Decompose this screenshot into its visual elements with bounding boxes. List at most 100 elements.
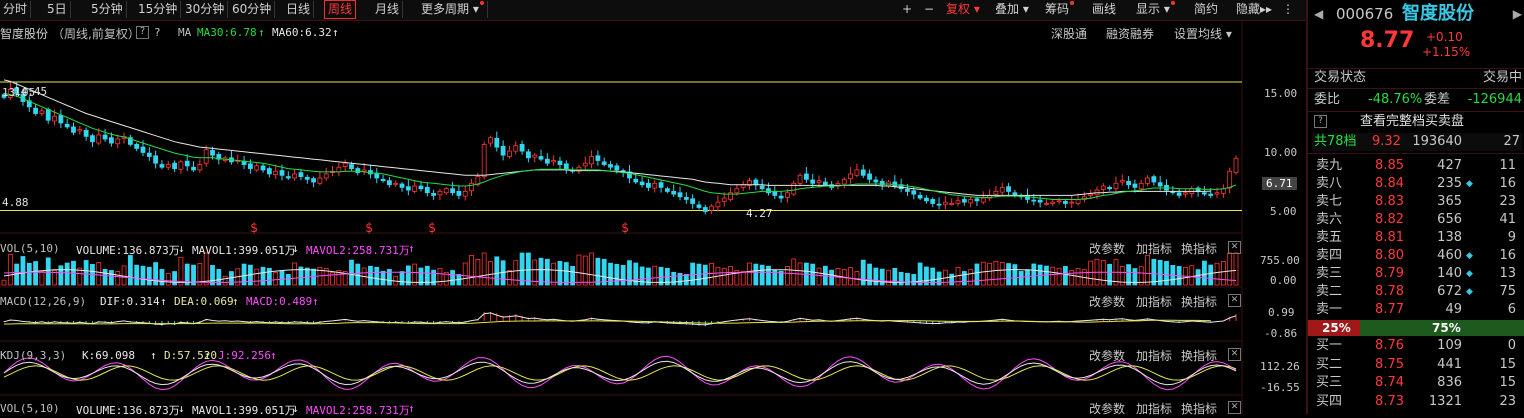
event-marker-icon[interactable]: $ <box>365 221 373 236</box>
candle-body <box>140 146 146 153</box>
ask-row[interactable]: 卖二 8.78 672 ◆ 75 <box>1312 283 1522 301</box>
add-indicator-button[interactable]: 加指标 <box>1136 400 1172 417</box>
tab-monthly[interactable]: 月线 <box>372 1 404 18</box>
ask-row[interactable]: 卖一 8.77 49 6 <box>1312 301 1522 319</box>
candle-body <box>393 182 399 185</box>
candle-body <box>380 178 386 182</box>
overlay-button[interactable]: 叠加 ▾ <box>995 1 1029 18</box>
edit-params-button[interactable]: 改参数 <box>1089 347 1125 364</box>
ask-row[interactable]: 卖三 8.79 140 ◆ 13 <box>1312 265 1522 283</box>
ask-row[interactable]: 卖五 8.81 138 9 <box>1312 229 1522 247</box>
bid-row[interactable]: 买四 8.73 1321 23 <box>1312 393 1522 411</box>
bid-row[interactable]: 买一 8.76 109 0 <box>1312 337 1522 355</box>
chevron-down-icon: ▾ <box>469 2 479 16</box>
candle-body <box>544 158 550 164</box>
volume-bar <box>1088 260 1094 286</box>
next-stock-icon[interactable]: ▶ <box>1513 3 1522 25</box>
switch-indicator-button[interactable]: 换指标 <box>1181 240 1217 257</box>
candle-body <box>778 195 784 199</box>
tab-weekly[interactable]: 周线 <box>324 0 357 19</box>
bid-row[interactable]: 买二 8.75 441 15 <box>1312 356 1522 374</box>
candle-body <box>589 156 594 165</box>
volume-bar <box>481 252 487 286</box>
ask-row[interactable]: 卖九 8.85 427 11 <box>1312 157 1522 175</box>
tab-5min[interactable]: 5分钟 <box>88 1 127 18</box>
tab-more-periods[interactable]: 更多周期 ▾ <box>418 1 488 18</box>
full-book-link[interactable]: 查看完整档买卖盘 <box>1360 113 1464 131</box>
bid-row[interactable]: 买三 8.74 836 15 <box>1312 374 1522 392</box>
zoom-in-button[interactable]: + <box>898 1 916 18</box>
candle-body <box>431 193 437 196</box>
ask-label: 卖二 <box>1316 284 1343 299</box>
chips-button[interactable]: 筹码 <box>1045 1 1075 18</box>
close-icon[interactable]: ✕ <box>1228 401 1241 414</box>
volume-bar <box>620 264 626 286</box>
ask-count: 11 <box>1499 158 1516 173</box>
more-periods-label: 更多周期 <box>421 2 470 16</box>
zoom-out-button[interactable]: − <box>920 1 938 18</box>
candle-body <box>646 182 651 188</box>
bid-count: 15 <box>1499 356 1516 372</box>
ask-count: 16 <box>1499 176 1516 191</box>
levels-summary-row: 共78档 9.32 193640 27 <box>1312 133 1522 151</box>
up-arrow-icon: ↑ <box>232 295 239 308</box>
edit-params-button[interactable]: 改参数 <box>1089 293 1125 310</box>
switch-indicator-button[interactable]: 换指标 <box>1181 293 1217 310</box>
switch-indicator-button[interactable]: 换指标 <box>1181 347 1217 364</box>
event-marker-icon[interactable]: $ <box>250 221 258 236</box>
candle-body <box>563 163 569 169</box>
volume-bar <box>683 274 689 286</box>
volume-bar <box>961 271 967 286</box>
tab-15min[interactable]: 15分钟 <box>135 1 182 18</box>
close-icon[interactable]: ✕ <box>1228 294 1241 307</box>
volume-bar <box>671 271 677 286</box>
candle-body <box>557 160 563 165</box>
ask-row[interactable]: 卖八 8.84 235 ◆ 16 <box>1312 175 1522 193</box>
candle-body <box>342 162 348 167</box>
tab-minute[interactable]: 分时 <box>0 1 32 18</box>
candle-body <box>993 190 999 195</box>
switch-indicator-button[interactable]: 换指标 <box>1181 400 1217 417</box>
full-book-row[interactable]: ? 查看完整档买卖盘 <box>1312 113 1522 131</box>
volume-bar <box>121 265 127 286</box>
macd-value: MACD:0.489 <box>246 295 313 308</box>
volume-bar <box>1063 266 1068 286</box>
close-icon[interactable]: ✕ <box>1228 348 1241 361</box>
edit-params-button[interactable]: 改参数 <box>1089 240 1125 257</box>
tab-30min[interactable]: 30分钟 <box>182 1 229 18</box>
event-marker-icon[interactable]: $ <box>621 221 629 236</box>
add-indicator-button[interactable]: 加指标 <box>1136 293 1172 310</box>
help-icon[interactable]: ? <box>1314 115 1327 128</box>
candle-body <box>974 198 980 202</box>
event-marker-icon[interactable]: $ <box>428 221 436 236</box>
volume-bar <box>690 262 696 286</box>
ask-price: 8.78 <box>1375 284 1404 299</box>
close-icon[interactable]: ✕ <box>1228 241 1241 254</box>
hide-button[interactable]: 隐藏▸▸ <box>1236 1 1272 18</box>
bid-volume: 836 <box>1437 375 1462 390</box>
ask-row[interactable]: 卖六 8.82 656 41 <box>1312 211 1522 229</box>
candle-body <box>443 188 449 194</box>
volume-bar <box>747 262 752 286</box>
tab-daily[interactable]: 日线 <box>283 1 315 18</box>
display-button[interactable]: 显示 ▾ <box>1136 1 1175 18</box>
ask-row[interactable]: 卖七 8.83 365 23 <box>1312 193 1522 211</box>
more-icon[interactable]: ⋮ <box>1282 1 1294 18</box>
prev-stock-icon[interactable]: ◀ <box>1314 3 1323 25</box>
candle-body <box>999 186 1005 193</box>
add-indicator-button[interactable]: 加指标 <box>1136 240 1172 257</box>
tab-60min[interactable]: 60分钟 <box>229 1 276 18</box>
tab-5day[interactable]: 5日 <box>44 1 71 18</box>
ask-row[interactable]: 卖四 8.80 460 ◆ 16 <box>1312 247 1522 265</box>
draw-button[interactable]: 画线 <box>1092 1 1116 18</box>
simple-button[interactable]: 简约 <box>1194 1 1218 18</box>
ask-price: 8.79 <box>1375 266 1404 281</box>
status-value: 交易中 <box>1482 70 1522 85</box>
volume-bar <box>96 262 102 286</box>
macd-dif: DIF:0.314 <box>100 295 160 308</box>
edit-params-button[interactable]: 改参数 <box>1089 400 1125 417</box>
add-indicator-button[interactable]: 加指标 <box>1136 347 1172 364</box>
up-arrow-icon: ↑ <box>150 349 157 362</box>
adjust-button[interactable]: 复权 ▾ <box>946 1 980 18</box>
ask-volume: 672 <box>1437 284 1462 299</box>
